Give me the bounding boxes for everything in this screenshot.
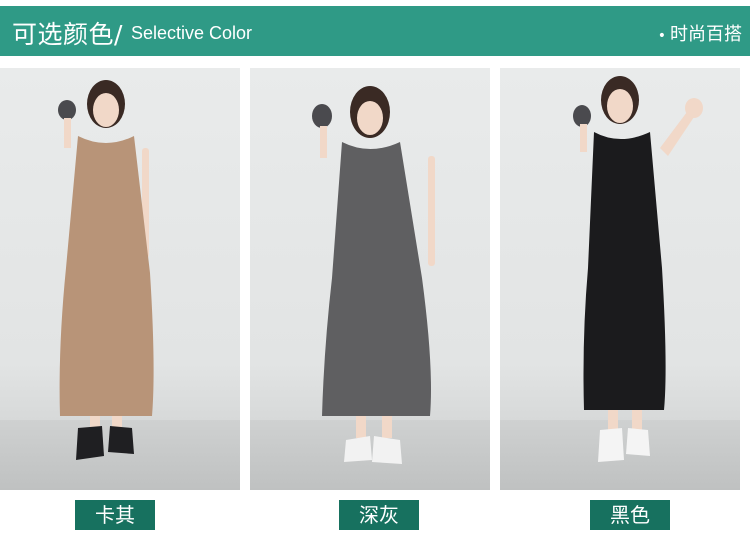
bullet-icon: • bbox=[657, 28, 666, 44]
title-english: Selective Color bbox=[131, 23, 253, 43]
model-khaki-figure bbox=[58, 80, 154, 460]
color-label-khaki[interactable]: 卡其 bbox=[75, 500, 155, 530]
product-photo-black[interactable] bbox=[500, 68, 740, 490]
style-tag: • 时尚百搭 bbox=[658, 20, 742, 46]
color-label-dark-gray[interactable]: 深灰 bbox=[339, 500, 419, 530]
title-chinese: 可选颜色/ bbox=[12, 20, 123, 49]
model-black-figure bbox=[573, 76, 703, 462]
color-label-black[interactable]: 黑色 bbox=[590, 500, 670, 530]
model-dark-gray-figure bbox=[312, 86, 435, 464]
product-photo-khaki[interactable] bbox=[0, 68, 240, 490]
product-photo-dark-gray[interactable] bbox=[250, 68, 490, 490]
header-bar: 可选颜色/ Selective Color • 时尚百搭 bbox=[0, 6, 750, 56]
style-tag-text: 时尚百搭 bbox=[670, 24, 742, 45]
